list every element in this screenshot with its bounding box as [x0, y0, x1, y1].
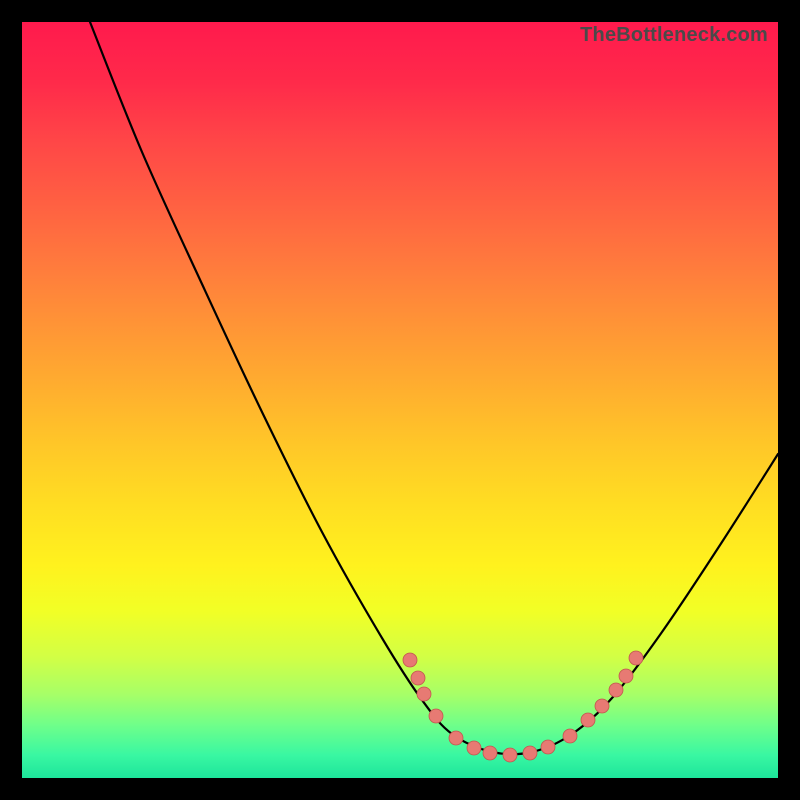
chart-gradient-frame: TheBottleneck.com: [22, 22, 778, 778]
data-dot: [595, 699, 609, 713]
data-dot: [483, 746, 497, 760]
data-dot: [629, 651, 643, 665]
data-dot: [449, 731, 463, 745]
data-dots-group: [403, 651, 643, 762]
data-dot: [467, 741, 481, 755]
data-dot: [609, 683, 623, 697]
data-dot: [403, 653, 417, 667]
bottleneck-curve: [90, 22, 778, 754]
data-dot: [581, 713, 595, 727]
data-dot: [541, 740, 555, 754]
data-dot: [619, 669, 633, 683]
chart-svg: [22, 22, 778, 778]
data-dot: [503, 748, 517, 762]
data-dot: [563, 729, 577, 743]
data-dot: [417, 687, 431, 701]
data-dot: [411, 671, 425, 685]
data-dot: [429, 709, 443, 723]
data-dot: [523, 746, 537, 760]
